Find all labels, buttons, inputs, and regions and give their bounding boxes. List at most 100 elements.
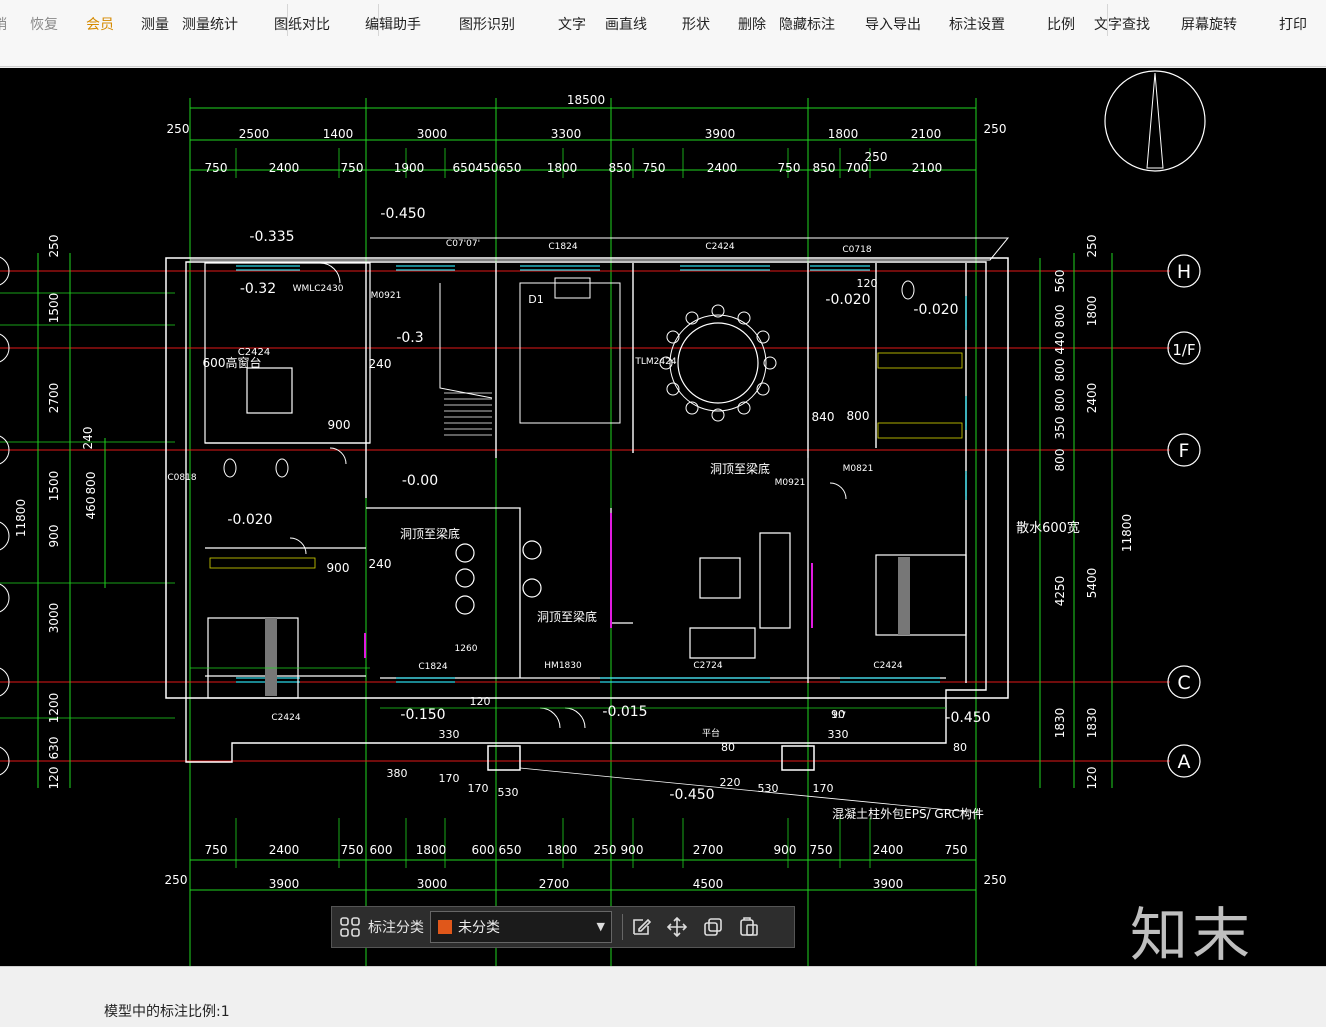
text-search-label: 文字查找	[1094, 17, 1150, 33]
toolbar-separator	[378, 4, 379, 36]
plan-label: HM1830	[544, 661, 582, 671]
axis-label: H	[1177, 261, 1191, 283]
dim-label-left: 1500	[47, 471, 61, 502]
dim-label-bottom: 900	[774, 843, 797, 857]
elevation-label: -0.020	[913, 302, 958, 318]
plan-label: C2424	[271, 713, 300, 723]
dim-label-bottom: 250	[594, 843, 617, 857]
bed-left	[207, 617, 299, 699]
annotation-category-label: 标注分类	[368, 920, 424, 936]
scale-icon	[1050, 0, 1072, 6]
coffee-table	[699, 557, 741, 599]
building-outline	[165, 257, 1009, 699]
dim-label-bottom: 1800	[416, 843, 447, 857]
plan-label: 240	[369, 557, 392, 571]
dim-label-bottom: 1800	[547, 843, 578, 857]
hide-annotation-icon	[796, 0, 818, 6]
bed-right	[875, 554, 967, 636]
drawing-compare-label: 图纸对比	[274, 17, 330, 33]
dim-label-top: 3300	[551, 127, 582, 141]
kitchen-sink	[554, 277, 591, 299]
move-icon[interactable]	[659, 907, 695, 947]
dim-label-top: 3900	[705, 127, 736, 141]
exterior-wall	[185, 261, 987, 763]
dim-label-top: 2400	[269, 161, 300, 175]
plan-label: 170	[813, 782, 834, 795]
status-bar: 模型中的标注比例:1	[0, 966, 1326, 1027]
dim-label-bottom: 3900	[873, 877, 904, 891]
dim-label-left: 1500	[47, 293, 61, 324]
plan-label: 330	[828, 728, 849, 741]
wardrobe	[877, 352, 963, 369]
shape-icon	[685, 0, 707, 6]
dim-label-bottom: 600	[370, 843, 393, 857]
dim-label-right: 800	[1053, 449, 1067, 472]
plan-label: TLM2424	[634, 357, 676, 367]
measure-stats-label: 测量统计	[182, 17, 238, 33]
annotation-settings-icon	[966, 0, 988, 6]
dim-label-bottom: 2400	[873, 843, 904, 857]
wardrobe	[209, 557, 316, 569]
plan-label: 120	[857, 277, 878, 290]
draw-line-label: 画直线	[605, 17, 647, 33]
plan-label: 170	[468, 782, 489, 795]
dim-label-right: 560	[1053, 270, 1067, 293]
import-export-icon	[882, 0, 904, 6]
plan-label: C07'07'	[446, 239, 480, 249]
shape-recognition-label: 图形识别	[459, 17, 515, 33]
plan-label: C1824	[548, 242, 577, 252]
dim-label-left: 2700	[47, 383, 61, 414]
dim-label-left: 11800	[14, 499, 28, 537]
plan-label: 800	[847, 409, 870, 423]
scale-label: 比例	[1047, 17, 1075, 33]
vip-label: 会员	[86, 17, 114, 33]
elevation-label: -0.32	[240, 281, 276, 297]
dim-label-bottom: 2700	[539, 877, 570, 891]
plan-label: 洞顶至梁底	[537, 609, 597, 624]
dim-label-top: 750	[778, 161, 801, 175]
grid-icon[interactable]	[332, 907, 368, 947]
dim-label-bottom: 900	[621, 843, 644, 857]
axis-bubble-left	[0, 583, 10, 613]
dim-label-top: 250	[167, 122, 190, 136]
delete-icon	[741, 0, 763, 6]
dim-label-top: 1400	[323, 127, 354, 141]
chevron-down-icon: ▼	[596, 920, 605, 933]
toolbar-separator	[1107, 4, 1108, 36]
door-swing	[289, 537, 307, 555]
paste-icon[interactable]	[731, 907, 767, 947]
edit-assistant-icon	[382, 0, 404, 6]
dim-label-top: 750	[205, 161, 228, 175]
axis-bubble-left	[0, 521, 10, 551]
plan-label: 600高窗台	[203, 355, 262, 370]
elevation-label: -0.335	[249, 229, 294, 245]
dim-label-right: 1830	[1085, 708, 1099, 739]
copy-icon[interactable]	[695, 907, 731, 947]
dim-label-top: 250	[984, 122, 1007, 136]
dim-label-left: 460	[84, 497, 98, 520]
dim-label-top: 750	[341, 161, 364, 175]
dim-label-top: 650	[499, 161, 522, 175]
edit-icon[interactable]	[623, 907, 659, 947]
undo-icon	[0, 0, 11, 6]
measure-label: 测量	[141, 17, 169, 33]
room-wall	[204, 262, 371, 444]
shape-label: 形状	[682, 17, 710, 33]
toilet	[901, 280, 915, 300]
dim-label-left: 120	[47, 767, 61, 790]
axis-label: A	[1178, 751, 1191, 773]
screen-rotate-icon	[1198, 0, 1220, 6]
dim-label-bottom: 2700	[693, 843, 724, 857]
plan-label: C0818	[167, 473, 196, 483]
plan-label: 220	[720, 776, 741, 789]
dim-label-left: 3000	[47, 603, 61, 634]
annotation-bar: 标注分类 未分类 ▼	[331, 906, 795, 948]
cad-canvas[interactable]: 18500 250 2500 1400 3000 3300 3900 1800 2100 250 7…	[0, 68, 1326, 966]
plan-label: 散水600宽	[1016, 520, 1080, 536]
porch-column	[487, 745, 521, 771]
toilet	[275, 458, 289, 478]
category-select[interactable]: 未分类 ▼	[430, 911, 612, 943]
watermark-logo: 知末	[1130, 901, 1255, 969]
bed-right-stripe	[898, 557, 910, 635]
dim-label-right: 11800	[1120, 514, 1134, 552]
